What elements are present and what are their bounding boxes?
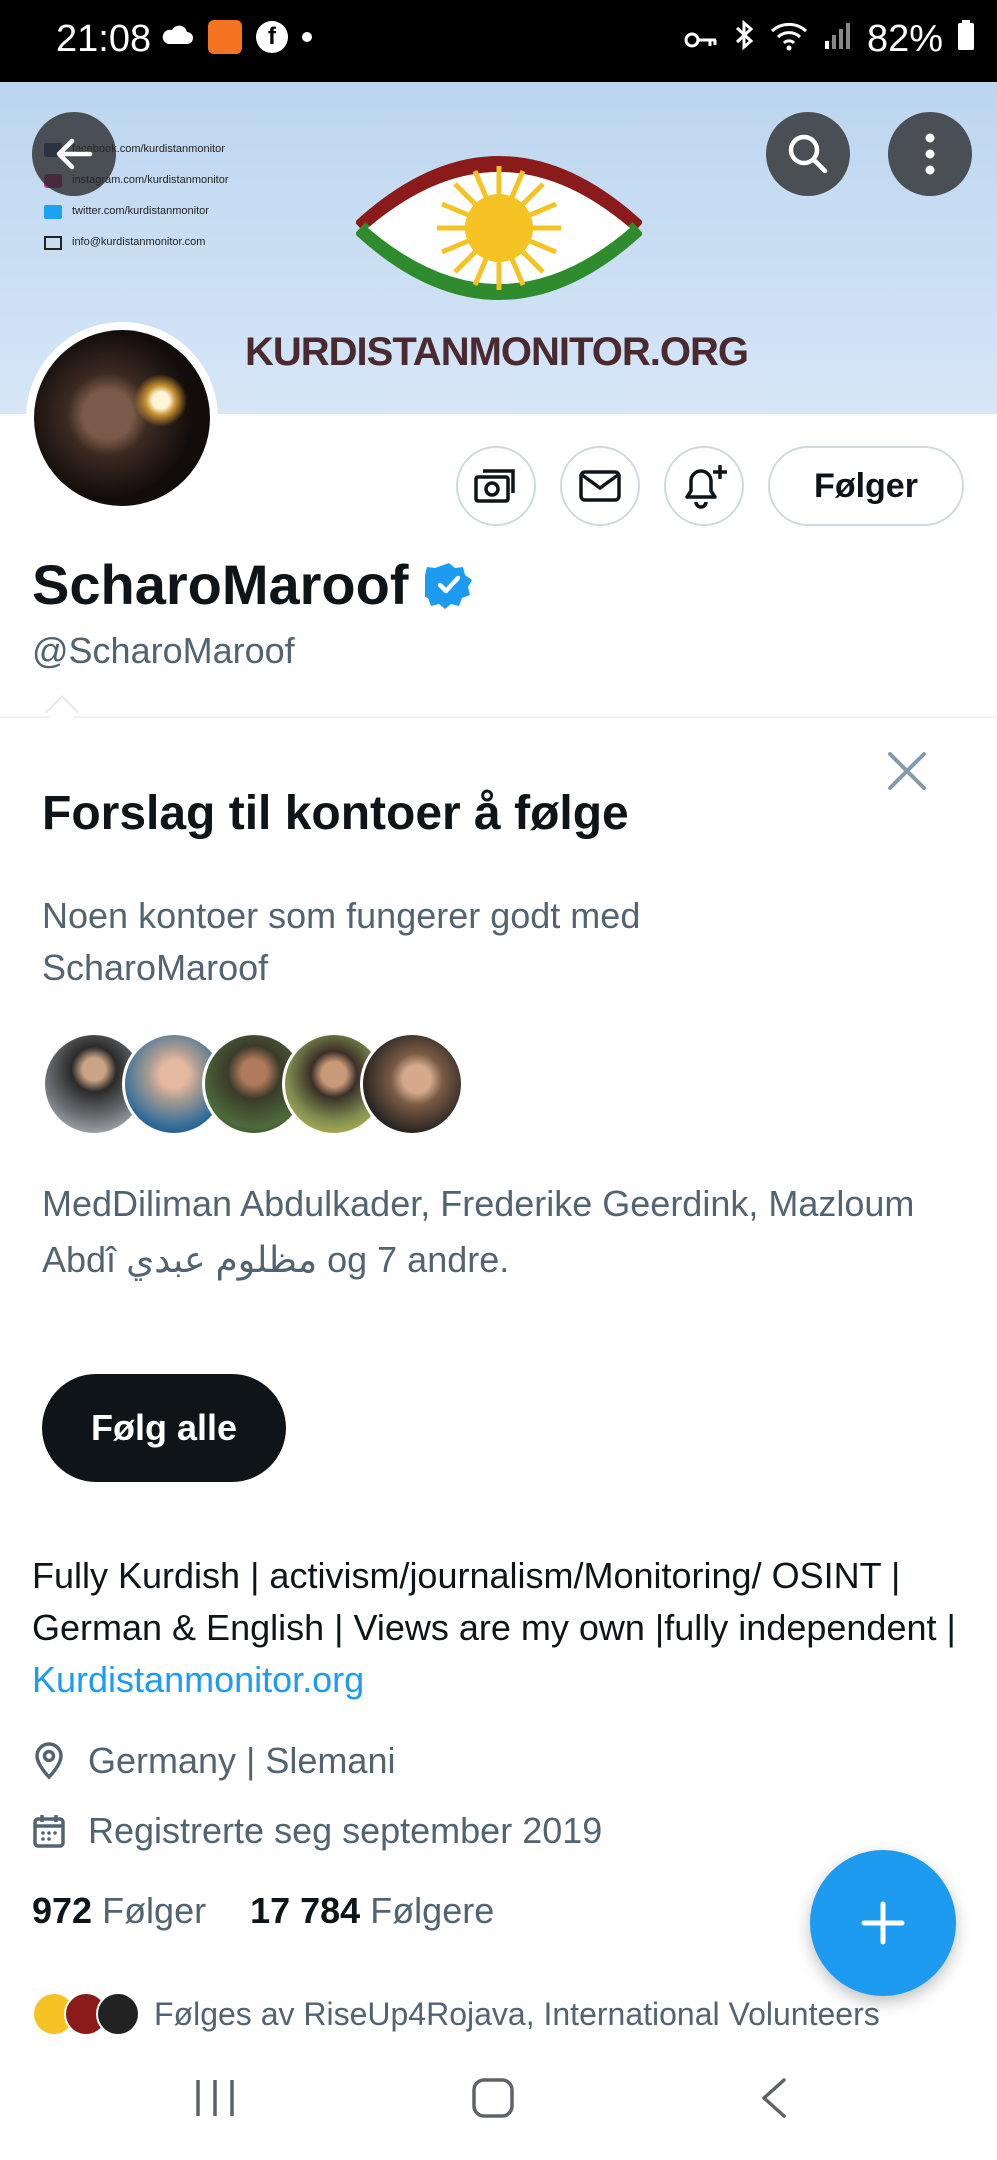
back-button[interactable]: [32, 112, 116, 196]
recent-apps-icon[interactable]: [192, 2076, 238, 2120]
followed-by-text: Følges av RiseUp4Rojava, International V…: [154, 1995, 880, 2032]
profile-name: ScharoMaroof: [32, 553, 409, 616]
banner-contact-row: info@kurdistanmonitor.com: [44, 227, 229, 258]
banner-contact-text: info@kurdistanmonitor.com: [72, 236, 206, 248]
location-icon: [35, 1742, 63, 1780]
suggestions-subtitle: Noen kontoer som fungerer godt med Schar…: [42, 895, 641, 988]
location-text: Germany | Slemani: [88, 1740, 396, 1781]
follow-all-button[interactable]: Følg alle: [42, 1374, 286, 1482]
bell-plus-icon: [685, 465, 727, 509]
suggestions-caret: [45, 695, 79, 729]
following-label: Følger: [102, 1890, 207, 1931]
temu-icon: [208, 20, 242, 54]
followed-by-row[interactable]: Følges av RiseUp4Rojava, International V…: [32, 1992, 880, 2036]
joined-row: Registrerte seg september 2019: [32, 1810, 602, 1852]
banner-brand-text: KURDISTANMONITOR.ORG: [245, 330, 749, 374]
suggested-names: MedDiliman Abdulkader, Frederike Geerdin…: [42, 1183, 915, 1280]
banner-contact-row: twitter.com/kurdistanmonitor: [44, 196, 229, 227]
facebook-icon: f: [256, 21, 288, 53]
dot-icon: [302, 32, 312, 42]
message-button[interactable]: [560, 446, 640, 526]
battery-text: 82%: [866, 18, 943, 60]
more-icon: [925, 133, 935, 175]
tip-button[interactable]: [456, 446, 536, 526]
kurdistan-eye-logo: [356, 156, 642, 300]
tip-icon: [474, 469, 515, 503]
back-arrow-icon: [56, 138, 93, 170]
notifications-button[interactable]: [664, 446, 744, 526]
followers-label: Følgere: [370, 1890, 495, 1931]
close-icon[interactable]: [880, 744, 934, 798]
followed-by-avatars: [32, 1992, 140, 2036]
search-icon: [788, 134, 828, 174]
following-stat[interactable]: 972 Følger: [32, 1890, 206, 1932]
status-time: 21:08: [56, 18, 152, 60]
wifi-icon: [769, 18, 809, 61]
vpn-key-icon: [683, 18, 719, 61]
profile-handle: @ScharoMaroof: [32, 630, 295, 671]
home-icon[interactable]: [470, 2076, 516, 2120]
following-button[interactable]: Følger: [768, 446, 964, 526]
follow-stats: 972 Følger 17 784 Følgere: [32, 1890, 494, 1932]
search-button[interactable]: [766, 112, 850, 196]
profile-bio: Fully Kurdish | activism/journalism/Moni…: [32, 1550, 962, 1706]
twitter-icon: [44, 204, 62, 219]
mail-icon: [579, 470, 621, 502]
following-count: 972: [32, 1890, 93, 1931]
divider: [0, 716, 997, 718]
verified-icon[interactable]: [424, 561, 473, 609]
compose-button[interactable]: [810, 1850, 956, 1996]
bio-link[interactable]: Kurdistanmonitor.org: [32, 1659, 364, 1700]
joined-text: Registrerte seg september 2019: [88, 1810, 603, 1851]
avatar-photo: [34, 330, 210, 506]
followers-stat[interactable]: 17 784 Følgere: [250, 1890, 494, 1932]
calendar-icon: [33, 1815, 65, 1848]
suggestions-title: Forslag til kontoer å følge: [42, 787, 629, 840]
banner-contact-text: twitter.com/kurdistanmonitor: [72, 205, 209, 217]
bio-text: Fully Kurdish | activism/journalism/Moni…: [32, 1555, 956, 1648]
bluetooth-icon: [733, 18, 755, 61]
mail-icon: [44, 235, 62, 250]
system-nav-bar: [0, 2036, 997, 2160]
avatar[interactable]: [26, 322, 218, 514]
status-notification-icons: f: [160, 20, 312, 54]
avatar: [96, 1992, 140, 2036]
back-nav-icon[interactable]: [756, 2076, 792, 2120]
battery-icon: [957, 18, 975, 61]
avatar: [360, 1032, 464, 1136]
status-bar: 21:08 f 82%: [0, 0, 997, 82]
compose-plus-icon: [861, 1901, 905, 1945]
status-right: 82%: [683, 18, 975, 61]
followers-count: 17 784: [250, 1890, 361, 1931]
more-options-button[interactable]: [888, 112, 972, 196]
cloud-icon: [160, 24, 194, 51]
signal-icon: [823, 18, 853, 61]
location-row: Germany | Slemani: [32, 1740, 395, 1782]
profile-name-row: ScharoMaroof: [32, 552, 473, 617]
